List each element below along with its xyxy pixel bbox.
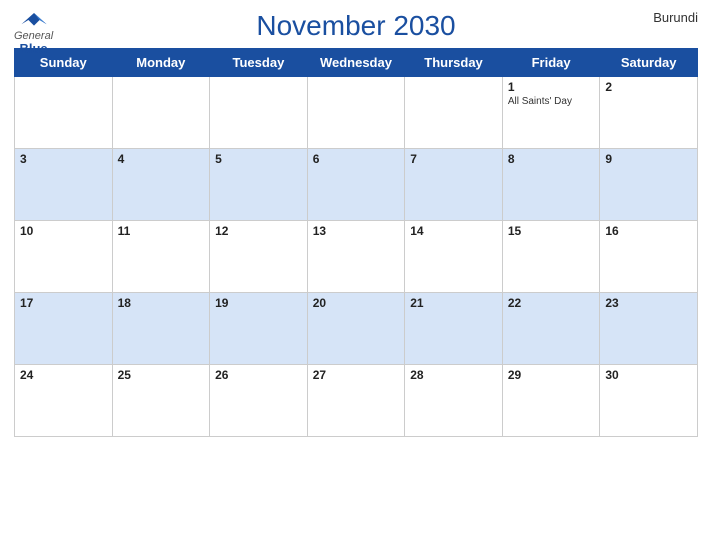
date-number: 27: [313, 368, 400, 382]
calendar-cell: 15: [502, 221, 600, 293]
week-row-4: 17 18 19 20 21 22 23: [15, 293, 698, 365]
calendar-cell: 4: [112, 149, 210, 221]
calendar-cell: 10: [15, 221, 113, 293]
date-number: 22: [508, 296, 595, 310]
calendar-cell: 21: [405, 293, 503, 365]
day-header-saturday: Saturday: [600, 49, 698, 77]
calendar-cell: 12: [210, 221, 308, 293]
date-number: 12: [215, 224, 302, 238]
logo-bird-icon: [20, 10, 48, 30]
calendar-cell: 23: [600, 293, 698, 365]
calendar-cell: 6: [307, 149, 405, 221]
date-number: 15: [508, 224, 595, 238]
calendar-cell: 26: [210, 365, 308, 437]
calendar-cell: [112, 77, 210, 149]
calendar-cell: 2: [600, 77, 698, 149]
date-number: 5: [215, 152, 302, 166]
date-number: 19: [215, 296, 302, 310]
date-number: 17: [20, 296, 107, 310]
calendar-cell: 22: [502, 293, 600, 365]
date-number: 6: [313, 152, 400, 166]
calendar-table: Sunday Monday Tuesday Wednesday Thursday…: [14, 48, 698, 437]
calendar-cell: 30: [600, 365, 698, 437]
calendar-cell: [405, 77, 503, 149]
calendar-cell: 19: [210, 293, 308, 365]
logo-blue-text: Blue: [19, 42, 47, 56]
calendar-header: General Blue November 2030 Burundi: [14, 10, 698, 42]
date-number: 14: [410, 224, 497, 238]
date-number: 25: [118, 368, 205, 382]
date-number: 8: [508, 152, 595, 166]
calendar-cell: [210, 77, 308, 149]
date-number: 1: [508, 80, 595, 94]
date-number: 30: [605, 368, 692, 382]
calendar-cell: 9: [600, 149, 698, 221]
calendar-cell: 29: [502, 365, 600, 437]
date-number: 18: [118, 296, 205, 310]
calendar-cell: 20: [307, 293, 405, 365]
date-number: 21: [410, 296, 497, 310]
calendar-cell: 16: [600, 221, 698, 293]
date-number: 3: [20, 152, 107, 166]
calendar-cell: 8: [502, 149, 600, 221]
calendar-cell: 27: [307, 365, 405, 437]
day-header-friday: Friday: [502, 49, 600, 77]
date-number: 13: [313, 224, 400, 238]
calendar-cell: 25: [112, 365, 210, 437]
date-number: 23: [605, 296, 692, 310]
calendar-cell: [15, 77, 113, 149]
date-number: 29: [508, 368, 595, 382]
day-header-tuesday: Tuesday: [210, 49, 308, 77]
calendar-cell: 28: [405, 365, 503, 437]
calendar-cell: 3: [15, 149, 113, 221]
calendar-cell: 7: [405, 149, 503, 221]
week-row-2: 3456789: [15, 149, 698, 221]
day-headers-row: Sunday Monday Tuesday Wednesday Thursday…: [15, 49, 698, 77]
calendar-cell: 17: [15, 293, 113, 365]
date-number: 26: [215, 368, 302, 382]
date-number: 16: [605, 224, 692, 238]
date-number: 10: [20, 224, 107, 238]
holiday-label: All Saints' Day: [508, 96, 595, 107]
calendar-cell: 13: [307, 221, 405, 293]
date-number: 28: [410, 368, 497, 382]
week-row-1: 1 All Saints' Day 2: [15, 77, 698, 149]
calendar-container: General Blue November 2030 Burundi Sunda…: [0, 0, 712, 550]
day-header-thursday: Thursday: [405, 49, 503, 77]
calendar-cell: 11: [112, 221, 210, 293]
calendar-cell: [307, 77, 405, 149]
calendar-cell: 5: [210, 149, 308, 221]
calendar-cell: 18: [112, 293, 210, 365]
date-number: 7: [410, 152, 497, 166]
week-row-5: 24 25 26 27 28 29 30: [15, 365, 698, 437]
date-number: 24: [20, 368, 107, 382]
logo-area: General Blue: [14, 10, 53, 56]
date-number: 20: [313, 296, 400, 310]
calendar-cell: 14: [405, 221, 503, 293]
week-row-3: 10 11 12 13 14 15 16: [15, 221, 698, 293]
calendar-cell: 1 All Saints' Day: [502, 77, 600, 149]
country-label: Burundi: [653, 10, 698, 25]
date-number: 9: [605, 152, 692, 166]
date-number: 4: [118, 152, 205, 166]
date-number: 11: [118, 224, 205, 238]
calendar-cell: 24: [15, 365, 113, 437]
day-header-wednesday: Wednesday: [307, 49, 405, 77]
date-number: 2: [605, 80, 692, 94]
month-title: November 2030: [256, 10, 455, 42]
day-header-monday: Monday: [112, 49, 210, 77]
